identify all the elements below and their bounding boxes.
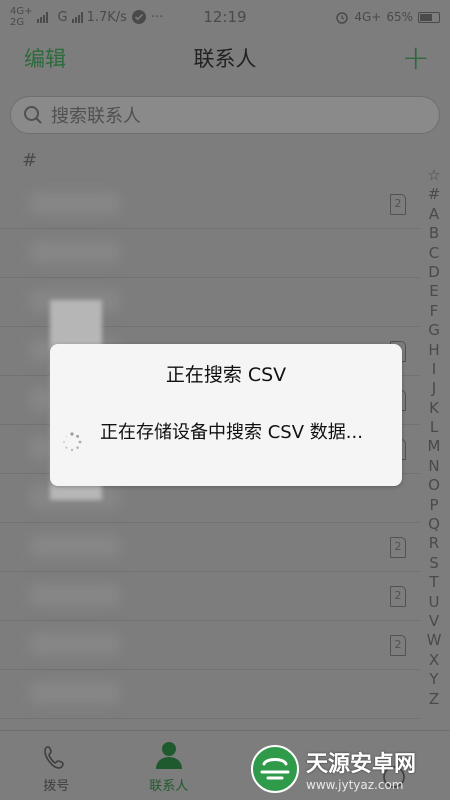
index-letter[interactable]: T [426,573,442,592]
contact-row[interactable]: 2 [0,180,420,229]
contact-name-blurred [30,535,120,557]
alphabet-index[interactable]: ☆ # A B C D E F G H I J K L M N O P Q R S T U V W X Y Z [426,166,442,709]
contact-person-icon [155,742,182,769]
signal-icon-2 [71,11,83,23]
index-letter[interactable]: A [426,205,442,224]
search-bar[interactable]: 搜索联系人 [10,96,440,134]
index-letter[interactable]: M [426,437,442,456]
tab-contacts[interactable]: 联系人 [113,731,226,800]
loading-dialog: 正在搜索 CSV 正在存储设备中搜索 CSV 数据... [50,344,402,486]
watermark-text: 天源安卓网 www.jytyaz.com [306,746,416,792]
sim-card-icon: 2 [390,537,406,558]
index-letter[interactable]: N [426,457,442,476]
network-label-right: 4G+ [354,10,382,24]
index-letter[interactable]: D [426,263,442,282]
spinner-icon [63,432,82,452]
watermark-name: 天源安卓网 [306,752,417,777]
index-letter[interactable]: F [426,302,442,321]
index-letter[interactable]: E [426,282,442,301]
index-letter[interactable]: # [426,185,442,204]
contact-row[interactable]: 2 [0,572,420,621]
page-title: 联系人 [193,47,257,71]
contact-row[interactable] [0,229,420,278]
index-letter[interactable]: Y [426,670,442,689]
index-letter[interactable]: U [426,593,442,612]
net-speed: 1.7K/s [86,9,127,25]
sim-card-icon: 2 [390,635,406,656]
index-letter[interactable]: S [426,554,442,573]
search-placeholder: 搜索联系人 [51,106,141,127]
contact-name-blurred [30,584,120,606]
status-left: 4G+ 2G G 1.7K/s ··· [10,6,163,28]
contact-name-blurred [30,682,120,704]
index-letter[interactable]: Q [426,515,442,534]
nav-bar: 编辑 联系人 + [0,34,450,82]
sim-card-icon: 2 [390,586,406,607]
index-letter[interactable]: ☆ [426,166,442,185]
index-letter[interactable]: I [426,360,442,379]
index-letter[interactable]: G [426,321,442,340]
index-letter[interactable]: R [426,534,442,553]
network-label-3: G [57,9,68,25]
index-letter[interactable]: K [426,399,442,418]
index-letter[interactable]: B [426,224,442,243]
contact-row[interactable]: 2 [0,523,420,572]
add-contact-button[interactable]: + [402,41,431,75]
tab-dial-label: 拨号 [43,779,70,794]
network-type: 4G+ 2G [10,6,33,28]
check-circle-icon [131,10,146,24]
status-right: 4G+ 65% [335,10,440,24]
watermark: 天源安卓网 www.jytyaz.com [250,738,450,800]
tab-dial[interactable]: 拨号 [0,731,113,800]
index-letter[interactable]: H [426,341,442,360]
dial-icon [44,746,65,769]
index-letter[interactable]: O [426,476,442,495]
search-icon [24,106,42,124]
contact-row[interactable] [0,670,420,719]
dialog-title: 正在搜索 CSV [165,364,287,386]
contact-name-blurred [30,192,120,214]
edit-button[interactable]: 编辑 [24,43,66,73]
network-label-1: 4G+ [10,6,33,17]
index-letter[interactable]: P [426,496,442,515]
contact-row[interactable]: 2 [0,621,420,670]
index-letter[interactable]: L [426,418,442,437]
sim-card-icon: 2 [390,194,406,215]
contact-name-blurred [30,633,120,655]
index-letter[interactable]: Z [426,690,442,709]
index-letter[interactable]: C [426,244,442,263]
dialog-message: 正在存储设备中搜索 CSV 数据... [100,422,363,443]
signal-icon [36,11,48,23]
tab-contacts-label: 联系人 [149,779,189,794]
more-dots-icon: ··· [150,9,164,25]
index-letter[interactable]: V [426,612,442,631]
index-letter[interactable]: J [426,379,442,398]
status-bar: 4G+ 2G G 1.7K/s ··· 12:19 4G+ 65% [0,0,450,34]
battery-percent: 65% [386,10,413,24]
watermark-logo-icon [251,745,299,793]
index-letter[interactable]: W [426,631,442,650]
battery-icon [418,11,440,23]
section-header: # [22,150,38,171]
watermark-url: www.jytyaz.com [306,778,404,792]
network-label-2: 2G [10,17,25,28]
alarm-icon [336,12,349,24]
index-letter[interactable]: X [426,651,442,670]
contact-name-blurred [30,241,120,263]
